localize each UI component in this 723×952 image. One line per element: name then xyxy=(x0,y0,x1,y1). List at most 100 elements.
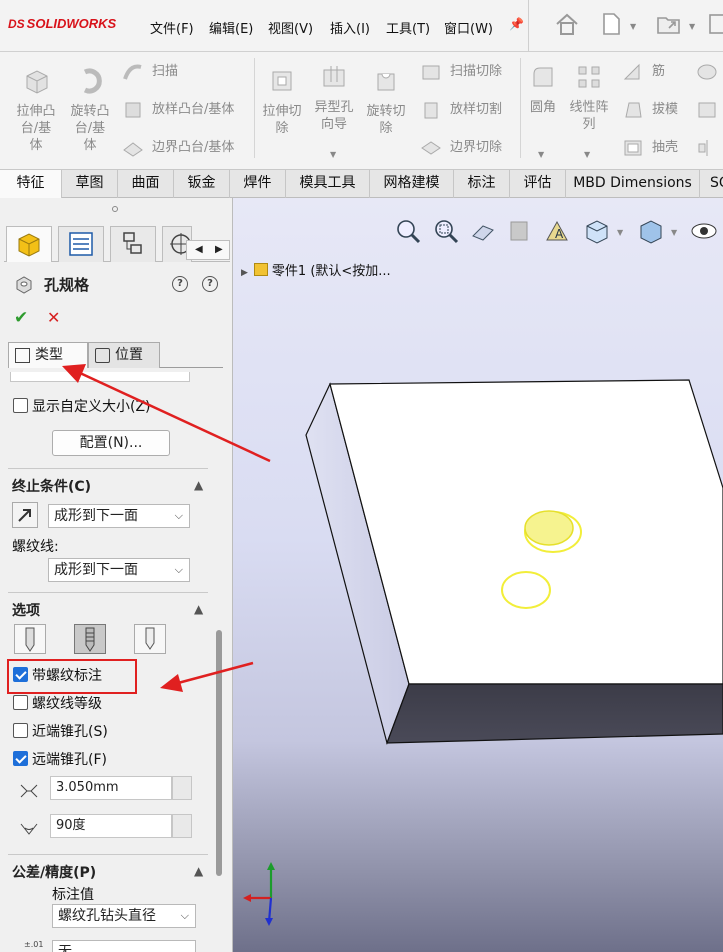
solidworks-logo[interactable]: DS SOLIDWORKS xyxy=(8,16,116,31)
menu-file[interactable]: 文件(F) xyxy=(150,18,194,37)
rib-button[interactable]: 筋 xyxy=(622,60,665,84)
revolve-boss-button[interactable]: 旋转凸 台/基 体 xyxy=(64,66,116,154)
fillet-button[interactable]: 圆角 ▼ xyxy=(524,62,562,159)
arrow-up-right-icon xyxy=(18,509,31,522)
cosmetic-thread-icon-button[interactable] xyxy=(14,624,46,654)
tolerance-type-select[interactable]: 无 xyxy=(52,940,196,952)
tab-markup[interactable]: 标注 xyxy=(454,170,510,198)
collapse-caret-icon[interactable]: ▲ xyxy=(194,478,203,492)
wrap-icon xyxy=(697,64,717,80)
countersink-diameter-field[interactable]: 3.050mm xyxy=(50,776,172,800)
home-icon[interactable] xyxy=(553,10,581,38)
angle-spinner[interactable] xyxy=(172,814,192,838)
thread-callout-row[interactable]: 带螺纹标注 xyxy=(4,664,212,686)
thread-class-row[interactable]: 螺纹线等级 xyxy=(4,692,212,714)
far-countersink-checkbox[interactable] xyxy=(13,751,28,766)
pm-scrollbar[interactable] xyxy=(214,374,224,952)
new-document-icon[interactable] xyxy=(597,10,625,38)
menu-insert[interactable]: 插入(I) xyxy=(330,18,370,37)
tab-sheet-metal[interactable]: 钣金 xyxy=(174,170,230,198)
ok-checkmark-icon[interactable]: ✔ xyxy=(14,308,28,328)
end-condition-value: 成形到下一面 xyxy=(54,508,138,524)
tab-scroll-arrows[interactable]: ◀ ▶ xyxy=(186,240,230,260)
save-icon[interactable] xyxy=(706,10,723,38)
tab-mold-tools[interactable]: 模具工具 xyxy=(286,170,370,198)
open-folder-icon[interactable] xyxy=(655,10,683,38)
scroll-left-icon[interactable]: ◀ xyxy=(195,241,203,259)
reverse-direction-icon[interactable] xyxy=(12,502,38,528)
loft-cut-button[interactable]: 放样切割 xyxy=(420,98,502,122)
boundary-boss-label: 边界凸台/基体 xyxy=(152,140,235,155)
sweep-button[interactable]: 扫描 xyxy=(122,60,178,84)
scrollbar-thumb[interactable] xyxy=(216,630,222,876)
remove-thread-button[interactable] xyxy=(134,624,166,654)
shell-button[interactable]: 抽壳 xyxy=(622,136,678,160)
tab-evaluate[interactable]: 评估 xyxy=(510,170,566,198)
pattern-dropdown-icon[interactable]: ▼ xyxy=(584,146,590,163)
tab-position[interactable]: 位置 xyxy=(88,342,160,368)
tab-sketch[interactable]: 草图 xyxy=(62,170,118,198)
extrude-cut-button[interactable]: 拉伸切 除 xyxy=(258,66,306,137)
countersink-angle-field[interactable]: 90度 xyxy=(50,814,172,838)
thread-end-select[interactable]: 成形到下一面 ⌵ xyxy=(48,558,190,582)
tab-features[interactable]: 特征 xyxy=(0,170,62,198)
end-condition-header[interactable]: 终止条件(C) xyxy=(12,476,91,496)
collapse-caret-icon[interactable]: ▲ xyxy=(194,864,203,878)
menu-view[interactable]: 视图(V) xyxy=(268,18,313,37)
tab-weldments[interactable]: 焊件 xyxy=(230,170,286,198)
callout-value-select[interactable]: 螺纹孔钻头直径 ⌵ xyxy=(52,904,196,928)
graphics-area[interactable]: A ▼ ▼ ▶ 零件1 (默认<按加... xyxy=(233,198,723,952)
pin-icon[interactable]: 📌 xyxy=(509,17,524,31)
tab-mesh-modeling[interactable]: 网格建模 xyxy=(370,170,454,198)
tab-mbd-dimensions[interactable]: MBD Dimensions xyxy=(566,170,700,198)
scroll-right-icon[interactable]: ▶ xyxy=(215,241,223,259)
hole-wizard-dropdown-icon[interactable]: ▼ xyxy=(330,146,336,163)
menu-tools[interactable]: 工具(T) xyxy=(386,18,430,37)
revolve-cut-icon xyxy=(377,73,395,91)
revolve-cut-button[interactable]: 旋转切 除 xyxy=(362,66,410,137)
cancel-x-icon[interactable]: ✕ xyxy=(47,308,60,327)
thread-class-checkbox[interactable] xyxy=(13,695,28,710)
configure-button[interactable]: 配置(N)... xyxy=(52,430,170,456)
thread-callout-checkbox[interactable] xyxy=(13,667,28,682)
menu-window[interactable]: 窗口(W) xyxy=(444,18,493,37)
size-field-partial[interactable] xyxy=(10,372,190,382)
loft-boss-button[interactable]: 放样凸台/基体 xyxy=(122,98,234,122)
draft-button[interactable]: 拔模 xyxy=(622,98,678,122)
near-countersink-checkbox[interactable] xyxy=(13,723,28,738)
new-dropdown-icon[interactable]: ▼ xyxy=(630,22,636,31)
tab-type[interactable]: 类型 xyxy=(8,342,88,368)
tab-solidworks-addins[interactable]: SO xyxy=(700,170,723,198)
diameter-spinner[interactable] xyxy=(172,776,192,800)
configuration-manager-tab[interactable] xyxy=(110,226,156,262)
fillet-dropdown-icon[interactable]: ▼ xyxy=(538,146,544,163)
options-header[interactable]: 选项 xyxy=(12,600,40,620)
show-custom-size-checkbox[interactable] xyxy=(13,398,28,413)
tab-surfaces[interactable]: 曲面 xyxy=(118,170,174,198)
extrude-boss-icon xyxy=(26,70,48,94)
end-condition-select[interactable]: 成形到下一面 ⌵ xyxy=(48,504,190,528)
open-dropdown-icon[interactable]: ▼ xyxy=(689,22,695,31)
block-front-face[interactable] xyxy=(386,683,723,744)
info-icon[interactable]: ? xyxy=(202,276,218,292)
countersink-angle-icon xyxy=(20,823,38,835)
cosmetic-thread-with-callout-button[interactable] xyxy=(74,624,106,654)
show-custom-size-row[interactable]: 显示自定义大小(Z) xyxy=(4,396,212,416)
linear-pattern-button[interactable]: 线性阵 列 ▼ xyxy=(564,62,614,159)
menu-edit[interactable]: 编辑(E) xyxy=(209,18,253,37)
model-view[interactable] xyxy=(233,198,723,952)
collapse-caret-icon[interactable]: ▲ xyxy=(194,602,203,616)
help-icon[interactable]: ? xyxy=(172,276,188,292)
extrude-boss-button[interactable]: 拉伸凸 台/基 体 xyxy=(10,66,62,154)
panel-grip-icon[interactable] xyxy=(112,206,118,212)
loft-cut-icon xyxy=(424,102,438,119)
sweep-cut-button[interactable]: 扫描切除 xyxy=(420,60,502,84)
near-countersink-row[interactable]: 近端锥孔(S) xyxy=(4,720,212,742)
boundary-boss-button[interactable]: 边界凸台/基体 xyxy=(122,136,234,160)
far-countersink-row[interactable]: 远端锥孔(F) xyxy=(4,748,212,770)
hole-wizard-button[interactable]: 异型孔 向导 ▼ xyxy=(308,62,360,159)
tolerance-header[interactable]: 公差/精度(P) xyxy=(12,862,96,882)
property-manager-tab[interactable] xyxy=(58,226,104,262)
feature-manager-tab[interactable] xyxy=(6,226,52,262)
boundary-cut-button[interactable]: 边界切除 xyxy=(420,136,502,160)
